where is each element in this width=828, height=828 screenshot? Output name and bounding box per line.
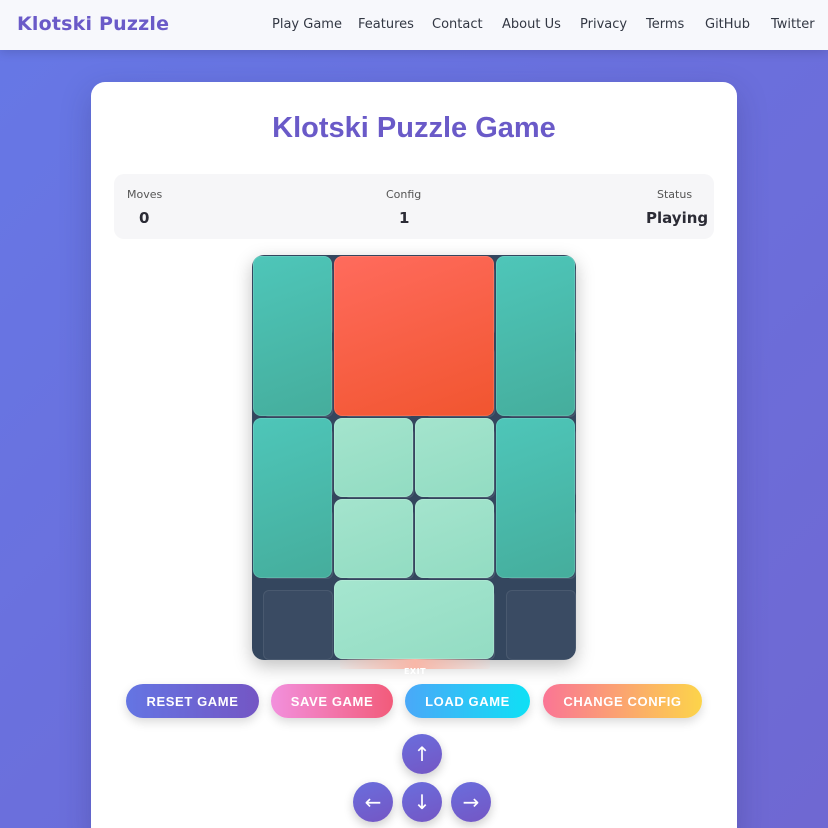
load-game-button[interactable]: LOAD GAME xyxy=(405,684,530,718)
arrow-down-button[interactable]: ↓ xyxy=(402,782,442,822)
moves-value: 0 xyxy=(139,209,150,227)
reset-game-button[interactable]: RESET GAME xyxy=(126,684,259,718)
navbar: Klotski Puzzle Play Game Features Contac… xyxy=(0,0,828,50)
nav-link-privacy[interactable]: Privacy xyxy=(580,17,627,32)
board-cell xyxy=(506,590,576,660)
config-label: Config xyxy=(386,188,422,201)
vertical-block[interactable] xyxy=(253,256,332,416)
page-title: Klotski Puzzle Game xyxy=(272,112,556,144)
small-block[interactable] xyxy=(415,418,494,497)
status-value: Playing xyxy=(646,209,709,227)
arrow-right-icon: → xyxy=(462,790,480,814)
config-value: 1 xyxy=(399,209,410,227)
nav-link-twitter[interactable]: Twitter xyxy=(771,17,815,32)
game-card: Klotski Puzzle Game Moves 0 Config 1 Sta… xyxy=(91,82,737,828)
save-game-button[interactable]: SAVE GAME xyxy=(271,684,393,718)
vertical-block[interactable] xyxy=(496,256,575,416)
exit-label: EXIT xyxy=(403,667,427,676)
moves-label: Moves xyxy=(127,188,163,201)
board-cell xyxy=(263,590,333,660)
arrow-left-icon: ← xyxy=(364,790,382,814)
nav-link-terms[interactable]: Terms xyxy=(646,17,684,32)
change-config-button[interactable]: CHANGE CONFIG xyxy=(543,684,702,718)
big-block[interactable] xyxy=(334,256,494,416)
nav-link-github[interactable]: GitHub xyxy=(705,17,750,32)
exit-marker: EXIT xyxy=(340,659,490,676)
arrow-right-button[interactable]: → xyxy=(451,782,491,822)
nav-link-features[interactable]: Features xyxy=(358,17,414,32)
horizontal-block[interactable] xyxy=(334,580,494,659)
vertical-block[interactable] xyxy=(496,418,575,578)
stats-panel: Moves 0 Config 1 Status Playing xyxy=(114,174,714,239)
arrow-down-icon: ↓ xyxy=(413,790,431,814)
arrow-left-button[interactable]: ← xyxy=(353,782,393,822)
vertical-block[interactable] xyxy=(253,418,332,578)
arrow-up-icon: ↑ xyxy=(413,742,431,766)
nav-link-play-game[interactable]: Play Game xyxy=(272,17,342,32)
nav-links: Play Game Features Contact About Us Priv… xyxy=(0,17,828,37)
nav-link-about-us[interactable]: About Us xyxy=(502,17,561,32)
small-block[interactable] xyxy=(415,499,494,578)
nav-link-contact[interactable]: Contact xyxy=(432,17,483,32)
small-block[interactable] xyxy=(334,499,413,578)
status-label: Status xyxy=(657,188,693,201)
small-block[interactable] xyxy=(334,418,413,497)
arrow-up-button[interactable]: ↑ xyxy=(402,734,442,774)
puzzle-board xyxy=(252,255,576,660)
